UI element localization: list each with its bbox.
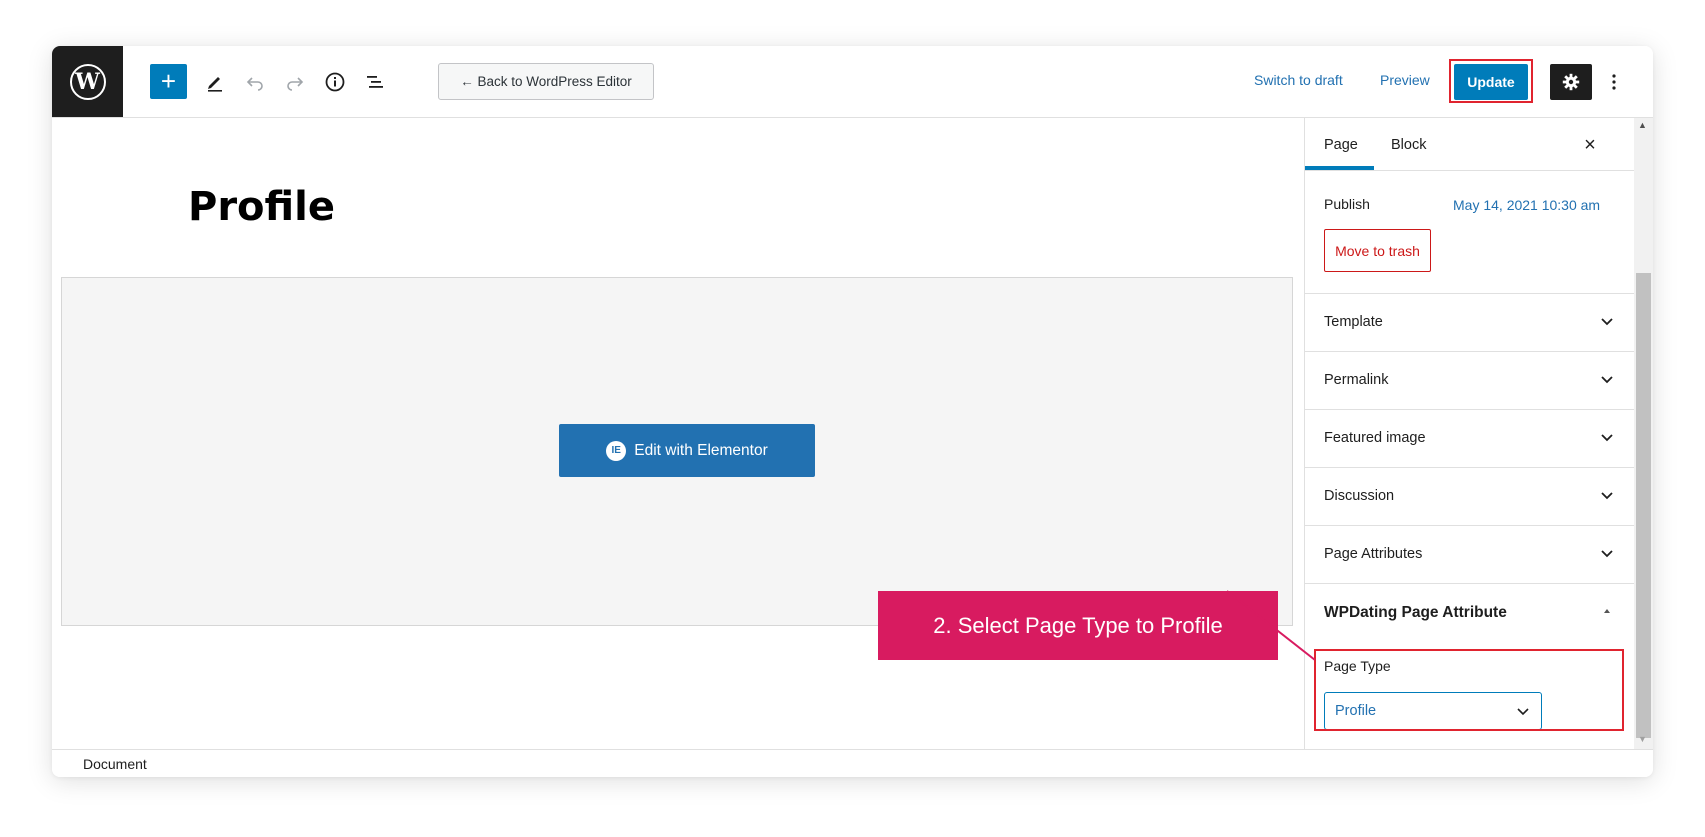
- chevron-down-icon: [1601, 318, 1613, 326]
- page-title[interactable]: Profile: [188, 184, 335, 230]
- back-to-wordpress-editor-button[interactable]: ← Back to WordPress Editor: [438, 63, 654, 100]
- gear-icon: [1562, 73, 1580, 91]
- close-sidebar-button[interactable]: ×: [1577, 132, 1603, 158]
- wordpress-logo-button[interactable]: W: [52, 46, 123, 117]
- tab-block[interactable]: Block: [1391, 137, 1426, 153]
- chevron-down-icon: [1601, 550, 1613, 558]
- panel-template[interactable]: Template: [1305, 293, 1635, 351]
- editor-window: W + ← Back to WordPress Editor Switch to…: [52, 46, 1653, 777]
- edit-with-elementor-label: Edit with Elementor: [634, 441, 768, 459]
- breadcrumb-document[interactable]: Document: [83, 756, 147, 772]
- chevron-down-icon: [1601, 492, 1613, 500]
- panel-label: Page Attributes: [1324, 546, 1423, 562]
- publish-label: Publish: [1324, 196, 1370, 212]
- settings-sidebar: Page Block × Publish May 14, 2021 10:30 …: [1304, 118, 1635, 749]
- page-type-select[interactable]: Profile: [1324, 692, 1542, 730]
- panel-featured-image[interactable]: Featured image: [1305, 409, 1635, 467]
- scrollbar-thumb[interactable]: [1636, 273, 1651, 738]
- chevron-down-icon: [1601, 376, 1613, 384]
- update-button[interactable]: Update: [1454, 64, 1528, 100]
- list-view-icon: [367, 75, 383, 88]
- panel-wpdating-page-attribute[interactable]: WPDating Page Attribute: [1305, 583, 1635, 641]
- annotation-callout: 2. Select Page Type to Profile: [878, 591, 1278, 660]
- tab-page[interactable]: Page: [1324, 137, 1358, 153]
- publish-date-link[interactable]: May 14, 2021 10:30 am: [1453, 197, 1600, 213]
- panel-label: Permalink: [1324, 372, 1389, 388]
- chevron-down-icon: [1517, 708, 1529, 716]
- chevron-down-icon: [1601, 434, 1613, 442]
- add-block-button[interactable]: +: [150, 64, 187, 99]
- chevron-up-icon: [1604, 609, 1610, 613]
- sidebar-tabs: Page Block ×: [1305, 118, 1635, 171]
- redo-icon: [287, 76, 304, 91]
- panel-page-attributes[interactable]: Page Attributes: [1305, 525, 1635, 583]
- close-icon: ×: [1584, 133, 1596, 156]
- plus-icon: +: [160, 66, 177, 96]
- more-options-button[interactable]: [1600, 64, 1628, 100]
- info-icon: [325, 72, 345, 91]
- editor-toolbar: W + ← Back to WordPress Editor Switch to…: [52, 46, 1653, 118]
- wordpress-logo-icon: W: [69, 63, 106, 100]
- edit-with-elementor-button[interactable]: IE Edit with Elementor: [559, 424, 815, 477]
- scroll-down-arrow-icon[interactable]: ▼: [1638, 734, 1647, 744]
- panel-label: Template: [1324, 314, 1383, 330]
- preview-link[interactable]: Preview: [1380, 72, 1430, 88]
- elementor-icon: IE: [606, 440, 627, 461]
- details-button[interactable]: [318, 64, 352, 99]
- scroll-up-arrow-icon[interactable]: ▲: [1638, 120, 1647, 130]
- undo-button[interactable]: [238, 64, 272, 99]
- panel-permalink[interactable]: Permalink: [1305, 351, 1635, 409]
- panel-label: Featured image: [1324, 430, 1426, 446]
- switch-to-draft-link[interactable]: Switch to draft: [1254, 72, 1343, 88]
- editor-footer: Document: [52, 749, 1653, 777]
- more-vertical-icon: [1612, 74, 1616, 90]
- panel-discussion[interactable]: Discussion: [1305, 467, 1635, 525]
- list-view-button[interactable]: [358, 64, 392, 99]
- page-type-label: Page Type: [1324, 658, 1391, 674]
- move-to-trash-button[interactable]: Move to trash: [1324, 229, 1431, 272]
- panel-label: Discussion: [1324, 488, 1395, 504]
- undo-icon: [246, 76, 263, 91]
- elementor-placeholder: IE Edit with Elementor: [61, 277, 1293, 626]
- panel-label: WPDating Page Attribute: [1324, 604, 1507, 621]
- tools-button[interactable]: [198, 64, 232, 99]
- redo-button[interactable]: [278, 64, 312, 99]
- settings-button[interactable]: [1550, 64, 1592, 100]
- active-tab-indicator: [1305, 166, 1374, 170]
- sidebar-scrollbar[interactable]: ▲ ▼: [1634, 118, 1653, 749]
- pencil-icon: [208, 76, 222, 92]
- page-type-value: Profile: [1335, 703, 1377, 719]
